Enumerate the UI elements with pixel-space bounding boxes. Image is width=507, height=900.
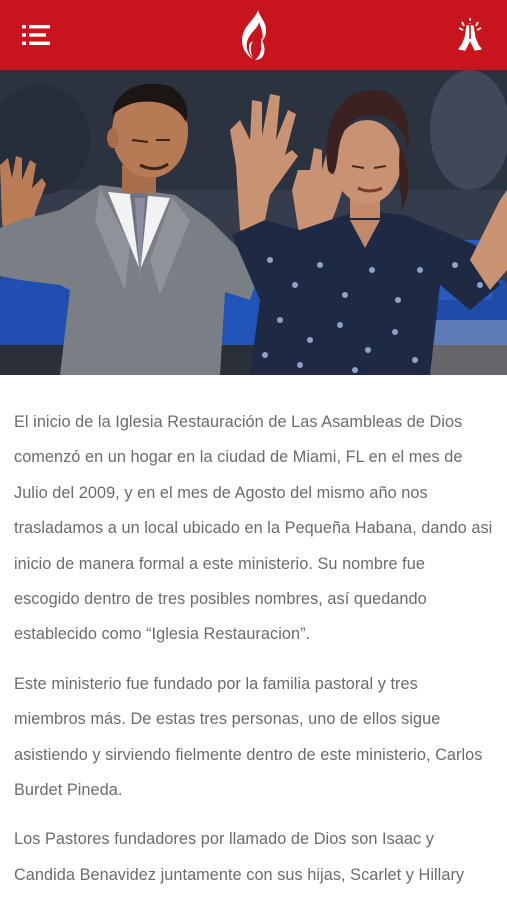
hamburger-menu-icon[interactable] [22,23,52,47]
article-body: El inicio de la Iglesia Restauración de … [0,375,507,893]
article-paragraph: El inicio de la Iglesia Restauración de … [14,413,493,644]
article-paragraph: Los Pastores fundadores por llamado de D… [14,830,465,884]
praying-hands-icon[interactable] [455,18,485,52]
flame-logo-icon[interactable] [234,8,274,62]
worship-photo [0,70,507,375]
app-header [0,0,507,70]
article-paragraph: Este ministerio fue fundado por la famil… [14,674,483,800]
